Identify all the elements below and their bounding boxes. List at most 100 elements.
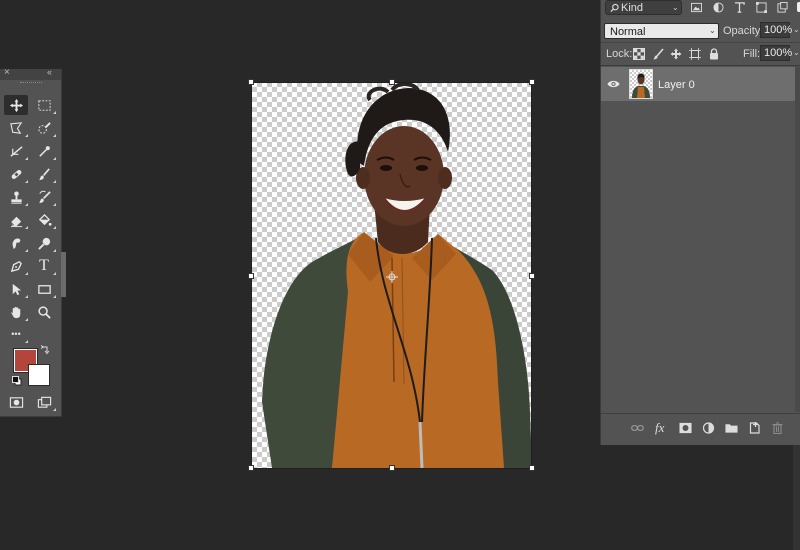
filter-kind-label: Kind [621,2,644,14]
divider [601,65,800,66]
filter-kind-select[interactable]: Kind ⌄ [605,0,682,15]
layer-name[interactable]: Layer 0 [658,79,695,91]
blend-mode-value: Normal [610,26,646,38]
zoom-tool[interactable] [32,302,56,322]
image-filter-icon[interactable] [691,2,702,13]
screen-mode-button[interactable] [32,392,56,412]
new-layer-icon[interactable] [748,422,761,434]
type-tool[interactable]: T [32,256,56,276]
tools-panel-header: × ‹‹ [0,67,61,80]
transform-handle-top[interactable] [389,79,395,85]
close-panel-button[interactable]: × [4,67,10,78]
layer-thumbnail-image [632,73,650,98]
delete-layer-icon[interactable] [771,422,784,434]
rectangular-marquee-icon [37,99,51,111]
quick-mask-button[interactable] [4,392,28,412]
lasso-tool[interactable] [4,118,28,138]
path-selection-tool[interactable] [4,279,28,299]
layer-row[interactable]: Layer 0 [601,67,795,101]
search-icon [610,3,619,13]
smudge-tool[interactable] [4,233,28,253]
transform-handle-left[interactable] [248,273,254,279]
lock-label: Lock: [606,48,633,60]
layers-panel-footer: fx [601,413,800,442]
chevron-down-icon: ⌄ [709,26,716,35]
swap-colors-icon[interactable] [40,345,50,355]
reference-point-icon[interactable] [386,271,398,283]
type-icon: T [39,257,49,274]
panel-edge [793,445,800,550]
bandage-icon [11,169,21,179]
add-mask-icon[interactable] [679,422,692,434]
dodge-tool[interactable] [32,233,56,253]
stamp-icon [10,191,22,204]
shape-filter-icon[interactable] [756,2,767,13]
lock-artboard-icon[interactable] [689,48,701,60]
transform-handle-bottom-left[interactable] [248,465,254,471]
type-filter-icon[interactable] [734,2,745,13]
history-brush-icon [38,190,51,203]
fx-icon[interactable]: fx [655,420,664,436]
panel-grip[interactable] [20,82,42,85]
layers-scrollbar[interactable] [795,67,800,412]
paint-bucket-icon [38,213,52,226]
eraser-tool[interactable] [4,210,28,230]
eraser-icon [10,216,22,227]
adjustment-filter-icon[interactable] [713,2,724,13]
lock-position-icon[interactable] [670,48,682,60]
layer-thumbnail[interactable] [629,69,653,99]
crop-tool[interactable] [4,141,28,161]
transform-handle-top-left[interactable] [248,79,254,85]
hand-icon [10,306,20,318]
smart-object-filter-icon[interactable] [777,2,788,13]
quick-selection-icon [37,121,51,134]
default-colors-icon[interactable] [12,376,22,386]
chevron-down-icon[interactable]: ⌄ [793,48,800,57]
quick-selection-tool[interactable] [32,118,56,138]
path-selection-arrow-icon [12,283,21,295]
transform-handle-bottom[interactable] [389,465,395,471]
eyedropper-icon [38,145,50,157]
brush-icon [38,167,50,180]
clone-stamp-tool[interactable] [4,187,28,207]
divider [601,42,800,43]
tools-panel-scrollbar[interactable] [61,252,66,297]
quick-mask-icon [9,396,23,408]
paint-bucket-tool[interactable] [32,210,56,230]
empty-workspace [601,445,800,550]
layers-panel: Kind ⌄ Normal ⌄ Opacity: 100% ⌄ Lock: Fi… [600,0,800,445]
crop-icon [9,145,23,157]
move-tool[interactable] [4,95,28,115]
adjustment-layer-icon[interactable] [702,422,715,434]
pen-tool[interactable] [4,256,28,276]
healing-brush-tool[interactable] [4,164,28,184]
eye-icon[interactable] [607,79,620,89]
smudge-icon [12,237,20,249]
eyedropper-tool[interactable] [32,141,56,161]
fill-label: Fill: [743,48,761,60]
transform-handle-top-right[interactable] [529,79,535,85]
hand-tool[interactable] [4,302,28,322]
rectangle-tool[interactable] [32,279,56,299]
transform-handle-right[interactable] [529,273,535,279]
background-color-swatch[interactable] [28,364,50,386]
brush-tool[interactable] [32,164,56,184]
chevron-down-icon[interactable]: ⌄ [793,25,800,34]
blend-mode-select[interactable]: Normal ⌄ [604,23,719,39]
lock-image-icon[interactable] [652,48,664,60]
opacity-input[interactable]: 100% [760,22,792,38]
fill-input[interactable]: 100% [760,45,792,61]
chevron-down-icon: ⌄ [672,3,679,12]
collapse-panel-button[interactable]: ‹‹ [47,67,52,77]
rectangle-shape-icon [37,284,51,294]
lock-all-icon[interactable] [708,48,720,60]
lock-transparent-icon[interactable] [633,48,645,60]
new-group-icon[interactable] [725,422,738,434]
history-brush-tool[interactable] [32,187,56,207]
more-tools-icon: ••• [11,329,21,339]
transform-handle-bottom-right[interactable] [529,465,535,471]
link-layers-icon[interactable] [631,422,644,434]
edit-toolbar-button[interactable]: ••• [4,324,28,344]
marquee-tool[interactable] [32,95,56,115]
layers-panel-controls: Kind ⌄ Normal ⌄ Opacity: 100% ⌄ Lock: Fi… [601,0,800,66]
